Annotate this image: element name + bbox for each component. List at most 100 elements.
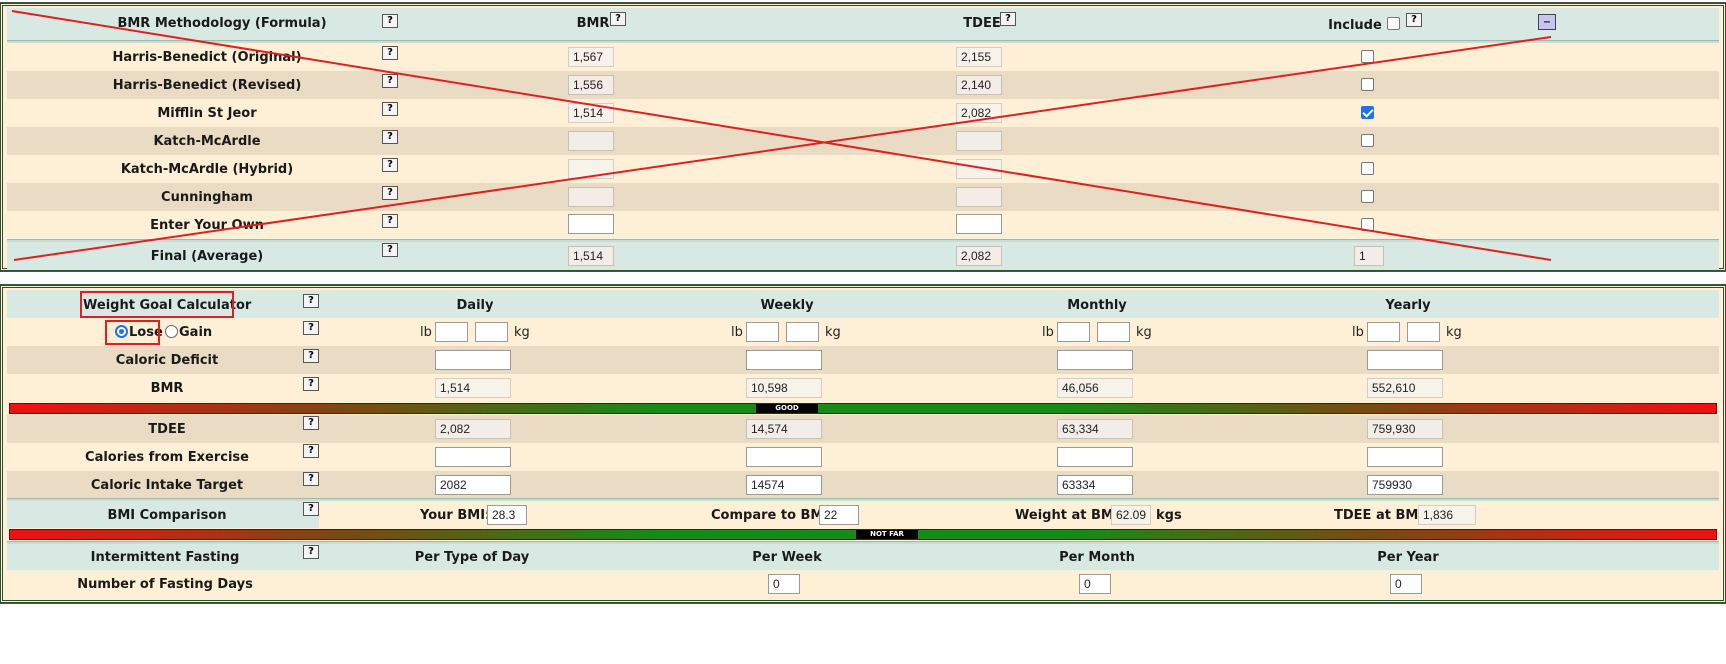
yearly-exercise-input[interactable] [1367, 447, 1443, 467]
help-icon[interactable]: ? [303, 294, 319, 308]
bmr-row: Katch-McArdle ? [7, 127, 1719, 155]
help-icon[interactable]: ? [303, 349, 319, 363]
daily-lb-input[interactable] [435, 322, 468, 342]
help-icon[interactable]: ? [382, 74, 398, 88]
include-checkbox[interactable] [1361, 218, 1374, 231]
daily-tdee-value: 2,082 [435, 419, 511, 439]
compare-bmi-label: Compare to BMI: [711, 508, 834, 523]
help-icon[interactable]: ? [303, 377, 319, 391]
kg-unit: kg [514, 325, 530, 340]
include-all-checkbox[interactable] [1387, 17, 1400, 30]
yearly-bmr-value: 552,610 [1367, 378, 1443, 398]
kg-unit: kg [1136, 325, 1152, 340]
yearly-deficit-input[interactable] [1367, 350, 1443, 370]
include-checkbox[interactable] [1361, 50, 1374, 63]
final-average-label: Final (Average) [150, 249, 264, 264]
help-icon[interactable]: ? [382, 46, 398, 60]
tdee-value: 2,082 [956, 103, 1002, 123]
bmi-gauge-tag: NOT FAR [856, 530, 918, 539]
help-icon[interactable]: ? [303, 545, 319, 559]
bmr-row: Mifflin St Jeor ? 1,514 2,082 [7, 99, 1719, 127]
monthly-intake-input[interactable]: 63334 [1057, 475, 1133, 495]
gain-radio[interactable] [165, 325, 178, 338]
weight-goal-bmr-row: BMR ? 1,514 10,598 46,056 552,610 [7, 374, 1719, 402]
fasting-week-input[interactable]: 0 [768, 574, 800, 594]
weekly-exercise-input[interactable] [746, 447, 822, 467]
bmi-title: BMI Comparison [107, 508, 227, 523]
exercise-label: Calories from Exercise [85, 450, 249, 465]
help-icon[interactable]: ? [610, 12, 626, 26]
help-icon[interactable]: ? [303, 502, 319, 516]
gain-label: Gain [179, 325, 213, 340]
fasting-title: Intermittent Fasting [90, 550, 240, 565]
column-weekly: Weekly [760, 298, 814, 313]
fasting-col-year: Per Year [1377, 550, 1439, 565]
lb-unit: lb [1042, 325, 1054, 340]
help-icon[interactable]: ? [303, 321, 319, 335]
final-tdee-value: 2,082 [956, 246, 1002, 266]
fasting-col-week: Per Week [752, 550, 822, 565]
daily-intake-input[interactable]: 2082 [435, 475, 511, 495]
yearly-intake-input[interactable]: 759930 [1367, 475, 1443, 495]
column-monthly: Monthly [1067, 298, 1127, 313]
monthly-kg-input[interactable] [1097, 322, 1130, 342]
custom-bmr-input[interactable] [568, 214, 614, 234]
weight-goal-panel: Weight Goal Calculator ? Daily Weekly Mo… [0, 284, 1726, 604]
bmi-gauge-bar: NOT FAR [9, 529, 1717, 540]
help-icon[interactable]: ? [382, 158, 398, 172]
weight-goal-tdee-row: TDEE ? 2,082 14,574 63,334 759,930 [7, 415, 1719, 443]
bmr-gauge-tag: GOOD [756, 404, 818, 413]
help-icon[interactable]: ? [382, 130, 398, 144]
monthly-deficit-input[interactable] [1057, 350, 1133, 370]
bmr-row: Enter Your Own ? [7, 211, 1719, 239]
include-checkbox[interactable] [1361, 134, 1374, 147]
daily-kg-input[interactable] [475, 322, 508, 342]
yearly-lb-input[interactable] [1367, 322, 1400, 342]
goal-direction-row: Lose Gain ? lb kg lb kg lb kg lb kg [7, 318, 1719, 346]
daily-deficit-input[interactable] [435, 350, 511, 370]
bmr-value [568, 187, 614, 207]
monthly-exercise-input[interactable] [1057, 447, 1133, 467]
weekly-kg-input[interactable] [786, 322, 819, 342]
tdee-value [956, 159, 1002, 179]
include-checkbox-checked[interactable] [1361, 106, 1374, 119]
yearly-kg-input[interactable] [1407, 322, 1440, 342]
help-icon[interactable]: ? [382, 102, 398, 116]
weekly-lb-input[interactable] [746, 322, 779, 342]
include-checkbox[interactable] [1361, 162, 1374, 175]
help-icon[interactable]: ? [303, 444, 319, 458]
weekly-intake-input[interactable]: 14574 [746, 475, 822, 495]
bmr-value [568, 159, 614, 179]
compare-bmi-input[interactable]: 22 [819, 505, 859, 525]
final-bmr-value: 1,514 [568, 246, 614, 266]
include-checkbox[interactable] [1361, 78, 1374, 91]
fasting-days-label: Number of Fasting Days [77, 577, 253, 592]
final-row: Final (Average) ? 1,514 2,082 1 [7, 242, 1719, 270]
help-icon[interactable]: ? [303, 472, 319, 486]
tdee-label: TDEE [148, 422, 186, 437]
bmr-label: BMR [150, 381, 184, 396]
bmr-value: 1,514 [568, 103, 614, 123]
help-icon[interactable]: ? [382, 214, 398, 228]
help-icon[interactable]: ? [303, 416, 319, 430]
include-checkbox[interactable] [1361, 190, 1374, 203]
formula-name: Cunningham [161, 190, 253, 205]
help-icon[interactable]: ? [382, 14, 398, 28]
weekly-deficit-input[interactable] [746, 350, 822, 370]
your-bmi-input[interactable]: 28.3 [487, 505, 527, 525]
monthly-lb-input[interactable] [1057, 322, 1090, 342]
fasting-col-type: Per Type of Day [414, 550, 530, 565]
formula-name: Mifflin St Jeor [157, 106, 257, 121]
custom-tdee-input[interactable] [956, 214, 1002, 234]
help-icon[interactable]: ? [1406, 13, 1422, 27]
daily-exercise-input[interactable] [435, 447, 511, 467]
help-icon[interactable]: ? [1000, 12, 1016, 26]
formula-name: Katch-McArdle [153, 134, 261, 149]
column-daily: Daily [456, 298, 494, 313]
help-icon[interactable]: ? [382, 186, 398, 200]
fasting-month-input[interactable]: 0 [1079, 574, 1111, 594]
help-icon[interactable]: ? [382, 243, 398, 257]
collapse-button[interactable]: – [1538, 14, 1556, 30]
fasting-year-input[interactable]: 0 [1390, 574, 1422, 594]
weight-at-bmi-label: Weight at BMI: [1015, 508, 1124, 523]
